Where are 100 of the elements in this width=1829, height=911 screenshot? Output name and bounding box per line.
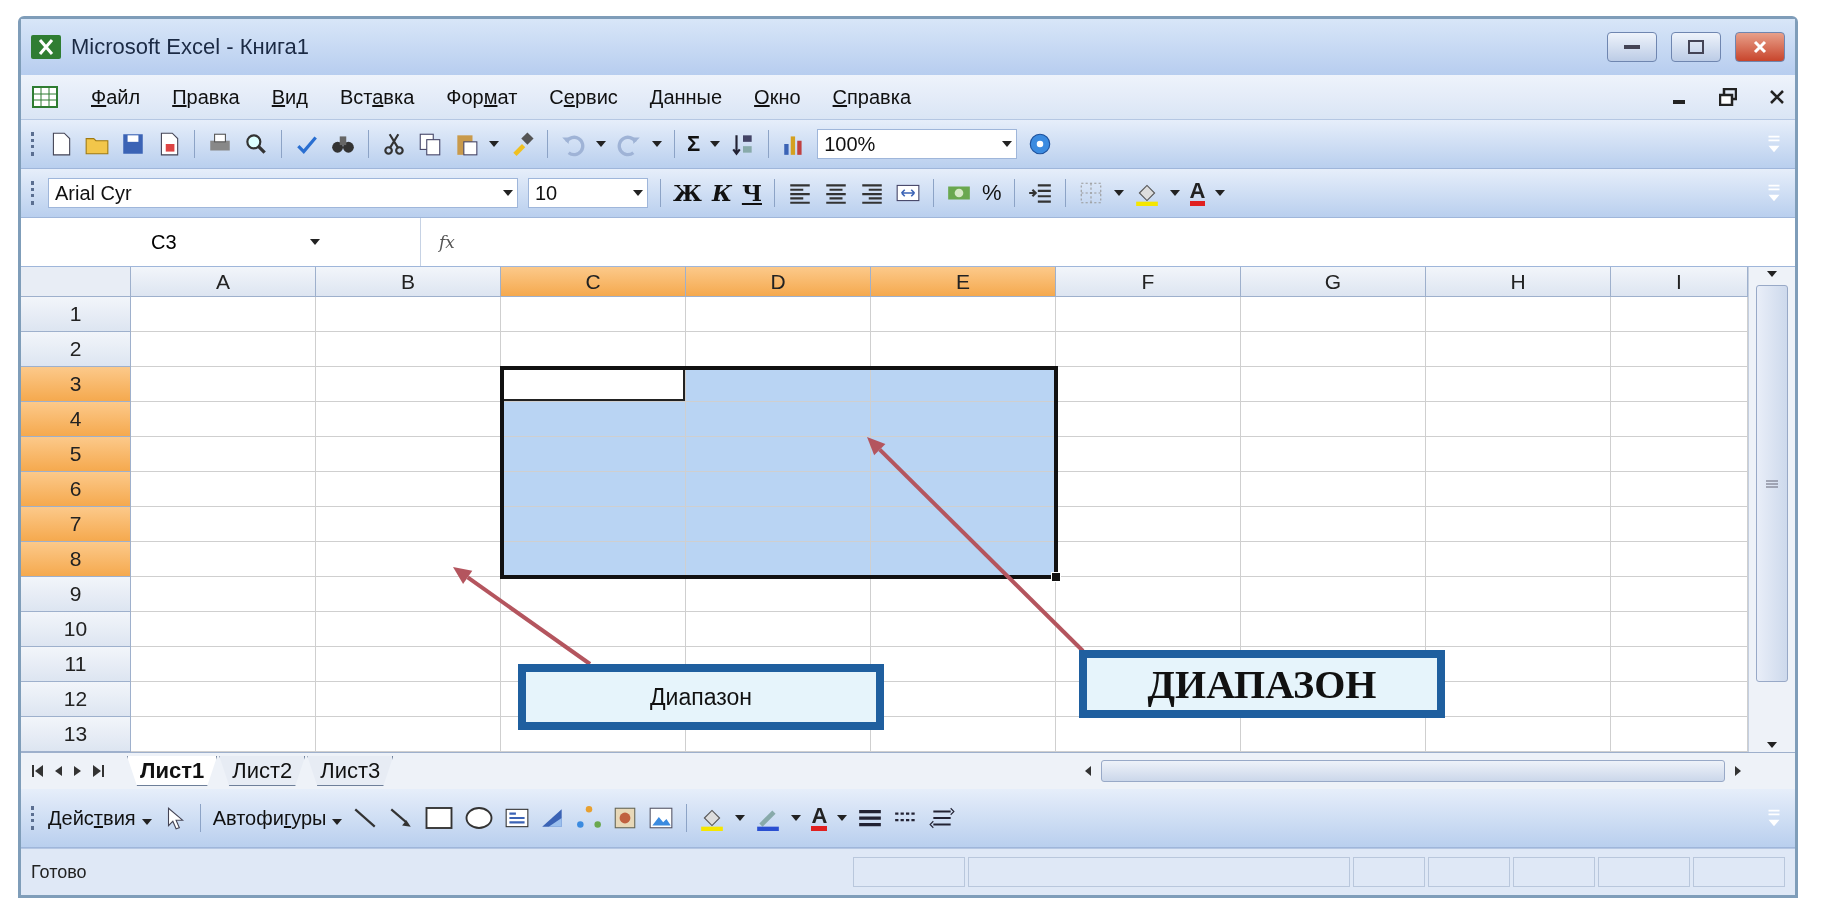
menu-item[interactable]: Справка: [832, 85, 912, 109]
cell[interactable]: [1611, 577, 1748, 612]
row-header[interactable]: 12: [21, 682, 131, 717]
cell[interactable]: [501, 472, 686, 507]
cell[interactable]: [1056, 577, 1241, 612]
cell[interactable]: [1611, 507, 1748, 542]
column-header[interactable]: F: [1056, 267, 1241, 297]
cell[interactable]: [1611, 332, 1748, 367]
font-select[interactable]: Arial Cyr: [48, 178, 518, 208]
cell[interactable]: [1056, 297, 1241, 332]
sheet-tab[interactable]: Лист2: [219, 756, 306, 786]
zoom-select[interactable]: 100%: [817, 129, 1018, 159]
font-color-button[interactable]: A: [811, 805, 828, 831]
cell[interactable]: [871, 472, 1056, 507]
menu-item[interactable]: Окно: [754, 85, 801, 109]
menu-item[interactable]: Вид: [271, 85, 308, 109]
cell[interactable]: [1241, 542, 1426, 577]
cell[interactable]: [131, 507, 316, 542]
cell[interactable]: [686, 402, 871, 437]
cell[interactable]: [131, 682, 316, 717]
cell[interactable]: [871, 507, 1056, 542]
cell[interactable]: [131, 647, 316, 682]
menu-button[interactable]: Автофигуры: [212, 806, 343, 830]
cell[interactable]: [501, 577, 686, 612]
menu-item[interactable]: Правка: [172, 85, 240, 109]
first-sheet-icon[interactable]: [31, 764, 45, 778]
column-header[interactable]: E: [871, 267, 1056, 297]
cell[interactable]: [1241, 472, 1426, 507]
cell[interactable]: [871, 402, 1056, 437]
bold-button[interactable]: Ж: [673, 180, 702, 206]
cell[interactable]: [1056, 332, 1241, 367]
cell[interactable]: [131, 437, 316, 472]
cell[interactable]: [1056, 472, 1241, 507]
arrow-style-icon[interactable]: [929, 805, 956, 831]
cell[interactable]: [1611, 367, 1748, 402]
column-header[interactable]: C: [501, 267, 686, 297]
menu-button[interactable]: Действия: [48, 806, 152, 830]
font-size-select[interactable]: 10: [528, 178, 648, 208]
cell[interactable]: [1611, 717, 1748, 752]
cell[interactable]: [1056, 402, 1241, 437]
row-header[interactable]: 10: [21, 612, 131, 647]
cell[interactable]: [1611, 402, 1748, 437]
cell[interactable]: [1056, 367, 1241, 402]
spreadsheet-icon[interactable]: [31, 85, 59, 109]
cell[interactable]: [1241, 507, 1426, 542]
close-button[interactable]: [1735, 32, 1785, 62]
insert-function-button[interactable]: fx: [439, 232, 455, 252]
underline-button[interactable]: Ч: [741, 180, 762, 206]
cell[interactable]: [1426, 437, 1611, 472]
cell[interactable]: [1426, 542, 1611, 577]
cell[interactable]: [1426, 577, 1611, 612]
fill-handle[interactable]: [1051, 572, 1061, 582]
cell[interactable]: [501, 437, 686, 472]
cell[interactable]: [501, 297, 686, 332]
name-box[interactable]: C3: [21, 218, 421, 266]
cell[interactable]: [131, 577, 316, 612]
scissors-icon[interactable]: [381, 131, 407, 157]
cell[interactable]: [1611, 472, 1748, 507]
cell[interactable]: [1426, 507, 1611, 542]
row-header[interactable]: 11: [21, 647, 131, 682]
column-header[interactable]: I: [1611, 267, 1748, 297]
italic-button[interactable]: К: [711, 180, 732, 206]
cell[interactable]: [501, 402, 686, 437]
cell[interactable]: [1241, 297, 1426, 332]
cell[interactable]: [316, 612, 501, 647]
cell[interactable]: [316, 332, 501, 367]
row-header[interactable]: 13: [21, 717, 131, 752]
menu-item[interactable]: Данные: [649, 85, 723, 109]
magnifier-icon[interactable]: [243, 131, 269, 157]
cell[interactable]: [1241, 402, 1426, 437]
sheet-tab[interactable]: Лист3: [307, 756, 394, 786]
select-all-button[interactable]: [21, 267, 131, 297]
column-header[interactable]: G: [1241, 267, 1426, 297]
cell[interactable]: [1241, 367, 1426, 402]
cell[interactable]: [131, 472, 316, 507]
cell[interactable]: [686, 297, 871, 332]
cell[interactable]: [871, 717, 1056, 752]
menu-item[interactable]: Файл: [91, 85, 141, 109]
cell[interactable]: [686, 542, 871, 577]
font-color-button[interactable]: A: [1189, 180, 1206, 206]
sheet-tab[interactable]: Лист1: [127, 756, 218, 786]
cell[interactable]: [316, 717, 501, 752]
close-icon[interactable]: [1769, 89, 1785, 105]
cell[interactable]: [316, 682, 501, 717]
row-header[interactable]: 4: [21, 402, 131, 437]
cell[interactable]: [1611, 437, 1748, 472]
cell[interactable]: [131, 297, 316, 332]
row-header[interactable]: 2: [21, 332, 131, 367]
cell[interactable]: [871, 297, 1056, 332]
cell[interactable]: [501, 612, 686, 647]
menu-item[interactable]: Сервис: [549, 85, 618, 109]
minimize-button[interactable]: [1607, 32, 1657, 62]
cell[interactable]: [131, 332, 316, 367]
cell[interactable]: [1426, 612, 1611, 647]
cell[interactable]: [501, 507, 686, 542]
horizontal-scrollbar[interactable]: [1101, 760, 1725, 782]
vertical-scrollbar[interactable]: [1748, 267, 1795, 752]
cell[interactable]: [316, 647, 501, 682]
image-icon[interactable]: [648, 805, 675, 831]
row-header[interactable]: 7: [21, 507, 131, 542]
